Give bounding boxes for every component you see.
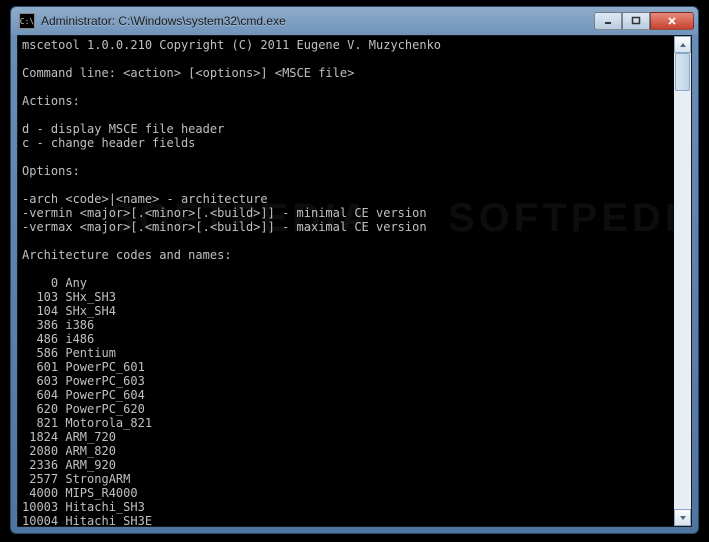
maximize-button[interactable]: [622, 12, 650, 30]
cmd-window: C:\ Administrator: C:\Windows\system32\c…: [10, 6, 699, 534]
close-button[interactable]: [650, 12, 694, 30]
vertical-scrollbar[interactable]: [674, 36, 691, 526]
window-title: Administrator: C:\Windows\system32\cmd.e…: [41, 14, 594, 28]
cmd-icon: C:\: [19, 13, 35, 29]
scroll-down-button[interactable]: [674, 509, 691, 526]
minimize-button[interactable]: [594, 12, 622, 30]
scroll-track[interactable]: [674, 53, 691, 509]
client-area: SOFTPEDIA SOFTPEDIA mscetool 1.0.0.210 C…: [17, 35, 692, 527]
scroll-up-button[interactable]: [674, 36, 691, 53]
scroll-thumb[interactable]: [675, 53, 690, 91]
window-controls: [594, 12, 694, 30]
console-output[interactable]: mscetool 1.0.0.210 Copyright (C) 2011 Eu…: [18, 36, 673, 526]
titlebar[interactable]: C:\ Administrator: C:\Windows\system32\c…: [11, 7, 698, 35]
